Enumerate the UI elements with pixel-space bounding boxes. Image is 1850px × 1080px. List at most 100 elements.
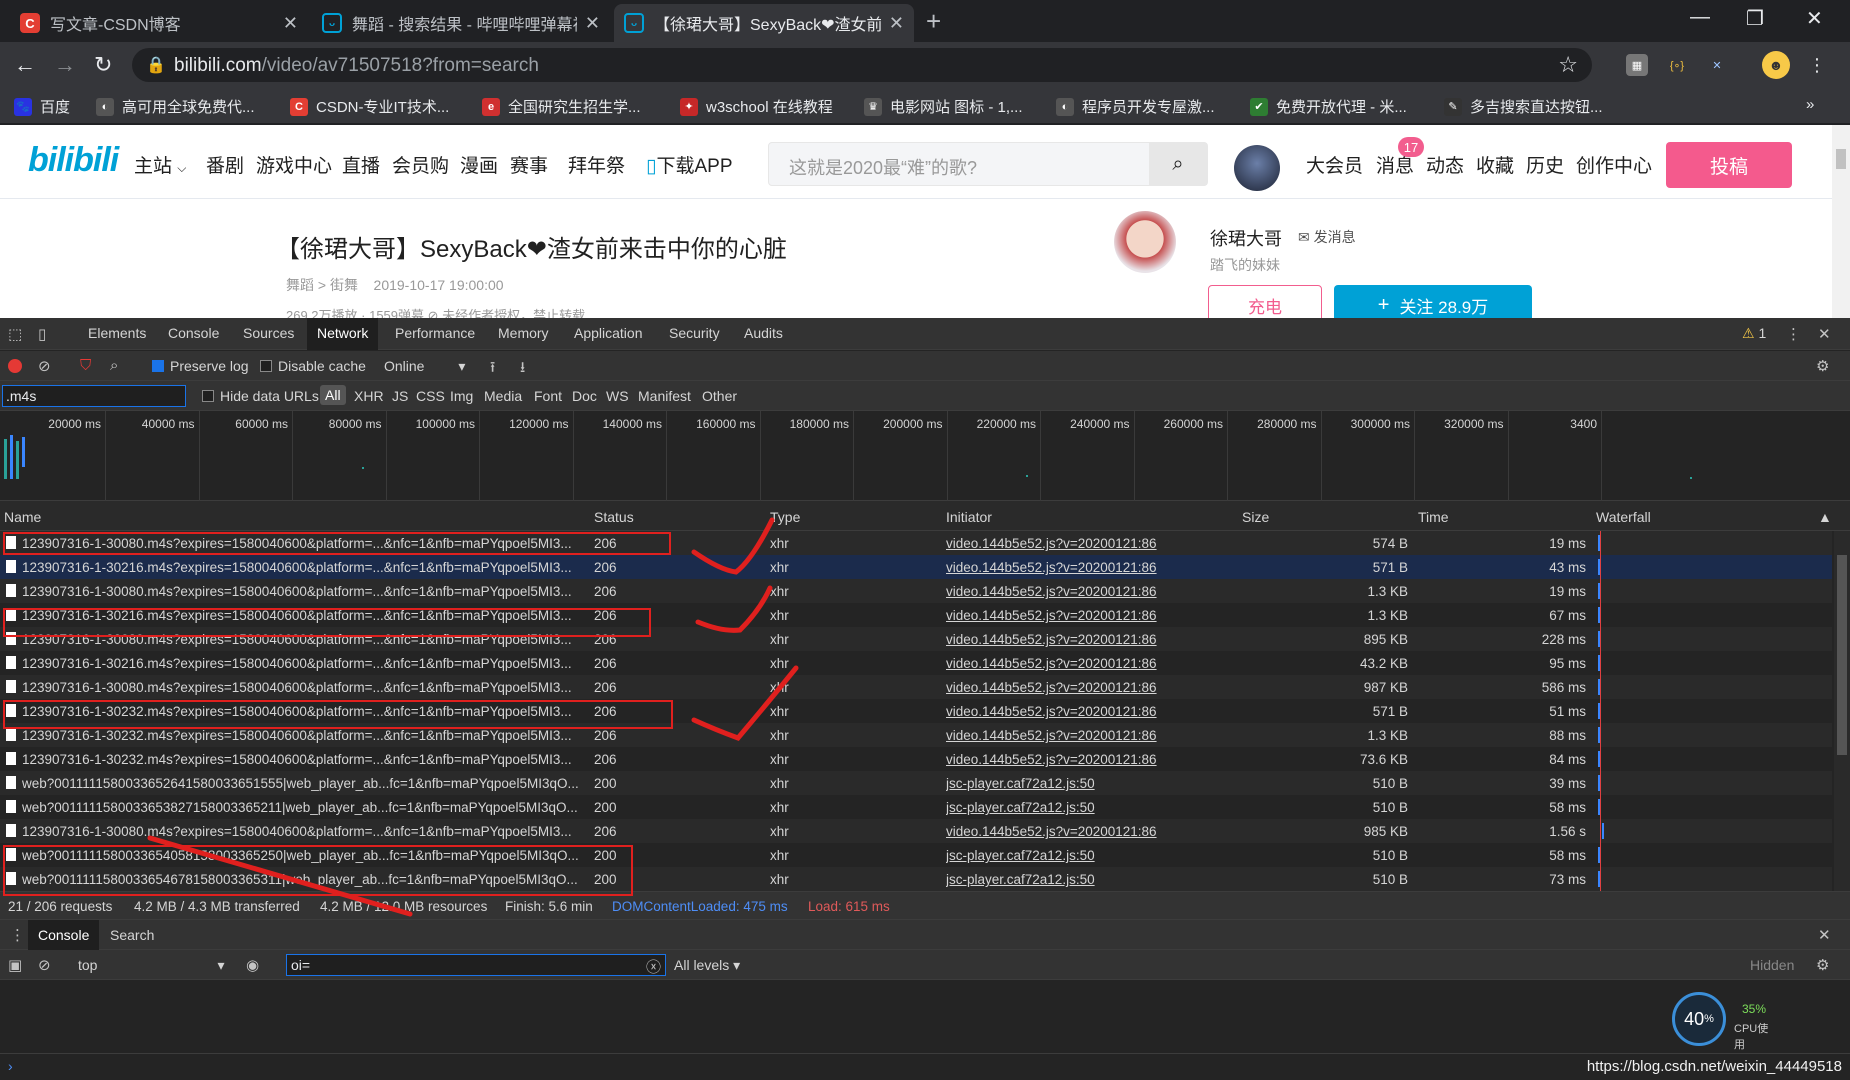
nav-live[interactable]: 直播 [342,151,380,178]
forward-icon[interactable]: → [54,52,76,78]
warning-count[interactable]: ⚠ 1 [1742,325,1766,342]
cell-name[interactable]: 123907316-1-30080.m4s?expires=1580040600… [22,824,592,839]
console-settings-icon[interactable]: ⚙ [1816,956,1829,974]
settings-icon[interactable]: ⚙ [1816,357,1829,375]
more-bookmarks-icon[interactable]: » [1806,96,1814,113]
bookmark-item[interactable]: C CSDN-专业IT技术... [290,96,449,117]
nav-main[interactable]: 主站 ⌵ [134,151,186,178]
table-row[interactable]: 123907316-1-30216.m4s?expires=1580040600… [0,651,1832,675]
up-name[interactable]: 徐珺大哥 [1210,225,1282,251]
minimize-icon[interactable]: — [1690,6,1710,29]
nav-dynamics[interactable]: 动态 [1426,151,1464,178]
filter-doc[interactable]: Doc [572,388,597,404]
close-devtools-icon[interactable]: ✕ [1818,325,1831,343]
filter-css[interactable]: CSS [416,388,445,404]
close-icon[interactable]: ✕ [585,13,600,34]
cell-name[interactable]: 123907316-1-30080.m4s?expires=1580040600… [22,536,592,551]
record-icon[interactable] [8,359,22,373]
eye-icon[interactable]: ◉ [246,956,259,974]
filter-xhr[interactable]: XHR [354,388,384,404]
sort-ascending-icon[interactable]: ▲ [1818,509,1832,525]
throttling-select[interactable]: Online ▾ [384,358,465,375]
cell-name[interactable]: 123907316-1-30232.m4s?expires=1580040600… [22,704,592,719]
table-row[interactable]: 123907316-1-30216.m4s?expires=1580040600… [0,555,1832,579]
close-drawer-icon[interactable]: ✕ [1818,926,1831,944]
drawer-tab-console[interactable]: Console [28,920,100,950]
nav-esports[interactable]: 赛事 [510,151,548,178]
table-row[interactable]: 123907316-1-30080.m4s?expires=1580040600… [0,675,1832,699]
cell-name[interactable]: web?0011111580033654678158003365311|web_… [22,872,592,887]
cell-name[interactable]: 123907316-1-30232.m4s?expires=1580040600… [22,728,592,743]
tab-performance[interactable]: Performance [395,325,475,341]
back-icon[interactable]: ← [14,52,36,78]
table-row[interactable]: 123907316-1-30232.m4s?expires=1580040600… [0,747,1832,771]
import-har-icon[interactable]: ⭱ [490,357,495,382]
page-scrollbar[interactable] [1832,125,1850,318]
col-name[interactable]: Name [4,509,41,525]
filter-ws[interactable]: WS [606,388,629,404]
url-text[interactable]: bilibili.com/video/av71507518?from=searc… [174,55,539,77]
filter-manifest[interactable]: Manifest [638,388,691,404]
more-options-icon[interactable]: ⋮ [1786,325,1801,343]
reload-icon[interactable]: ↻ [94,52,112,78]
avatar[interactable] [1234,145,1280,191]
cell-initiator[interactable]: jsc-player.caf72a12.js:50 [946,872,1236,887]
cell-initiator[interactable]: video.144b5e52.js?v=20200121:86 [946,728,1236,743]
search-icon[interactable]: ⌕ [1149,143,1207,185]
bookmark-item[interactable]: ◐ 程序员开发专屋激... [1056,96,1215,117]
table-row[interactable]: 123907316-1-30080.m4s?expires=1580040600… [0,531,1832,555]
lock-icon[interactable]: 🔒 [146,55,166,75]
cell-name[interactable]: 123907316-1-30216.m4s?expires=1580040600… [22,656,592,671]
cell-initiator[interactable]: video.144b5e52.js?v=20200121:86 [946,632,1236,647]
table-row[interactable]: 123907316-1-30080.m4s?expires=1580040600… [0,819,1832,843]
browser-tab[interactable]: ᴗ 舞蹈 - 搜索结果 - 哔哩哔哩弹幕视频网 ✕ [312,4,610,42]
filter-input[interactable]: .m4s [2,385,186,407]
tab-audits[interactable]: Audits [744,325,783,341]
export-har-icon[interactable]: ⭳ [520,357,525,382]
console-filter-input[interactable]: oi= [286,954,666,976]
browser-tab[interactable]: C 写文章-CSDN博客 ✕ [10,4,308,42]
tab-network[interactable]: Network [307,318,379,350]
up-avatar[interactable] [1114,211,1176,273]
table-row[interactable]: 123907316-1-30216.m4s?expires=1580040600… [0,603,1832,627]
send-message-link[interactable]: ✉ 发消息 [1298,227,1356,247]
table-row[interactable]: web?0011111580033652641580033651555|web_… [0,771,1832,795]
cell-initiator[interactable]: video.144b5e52.js?v=20200121:86 [946,560,1236,575]
address-bar[interactable]: 🔒 bilibili.com/video/av71507518?from=sea… [132,48,1592,82]
col-waterfall[interactable]: Waterfall [1596,509,1651,525]
nav-download-app[interactable]: ▯下载APP [646,151,733,178]
bookmark-item[interactable]: ✎ 多吉搜索直达按钮... [1444,96,1603,117]
preserve-log-checkbox[interactable]: Preserve log [152,358,249,374]
drawer-menu-icon[interactable]: ⋮ [10,926,25,944]
filter-icon[interactable]: ⛉ [80,357,91,374]
nav-shop[interactable]: 会员购 [392,151,449,178]
clear-icon[interactable]: ⊘ [38,357,51,375]
col-size[interactable]: Size [1242,509,1269,525]
close-icon[interactable]: ✕ [283,13,298,34]
network-overview[interactable]: 20000 ms 40000 ms 60000 ms 80000 ms 100000 m… [0,411,1850,501]
table-row[interactable]: 123907316-1-30080.m4s?expires=1580040600… [0,627,1832,651]
bilibili-logo[interactable]: bilibili [28,141,119,180]
nav-new-year[interactable]: 拜年祭 [568,151,625,178]
nav-anime[interactable]: 番剧 [206,151,244,178]
disable-cache-checkbox[interactable]: Disable cache [260,358,366,374]
tab-application[interactable]: Application [574,325,643,341]
search-icon[interactable]: ⌕ [110,357,118,374]
cell-initiator[interactable]: video.144b5e52.js?v=20200121:86 [946,824,1236,839]
filter-img[interactable]: Img [450,388,473,404]
cell-name[interactable]: 123907316-1-30080.m4s?expires=1580040600… [22,680,592,695]
inspect-icon[interactable]: ⬚ [8,325,22,343]
nav-vip[interactable]: 大会员 [1306,151,1363,178]
window-close-icon[interactable]: ✕ [1806,6,1823,31]
nav-manga[interactable]: 漫画 [460,151,498,178]
bookmark-item[interactable]: ✦ w3school 在线教程 [680,96,833,117]
table-row[interactable]: 123907316-1-30232.m4s?expires=1580040600… [0,699,1832,723]
cell-initiator[interactable]: video.144b5e52.js?v=20200121:86 [946,656,1236,671]
table-row[interactable]: web?0011111580033654058158003365250|web_… [0,843,1832,867]
upload-button[interactable]: 投稿 [1666,142,1792,188]
table-row[interactable]: 123907316-1-30232.m4s?expires=1580040600… [0,723,1832,747]
extension-icon[interactable]: ✕ [1706,54,1728,76]
hide-data-urls-checkbox[interactable]: Hide data URLs [202,388,319,404]
cell-name[interactable]: 123907316-1-30080.m4s?expires=1580040600… [22,632,592,647]
filter-font[interactable]: Font [534,388,562,404]
